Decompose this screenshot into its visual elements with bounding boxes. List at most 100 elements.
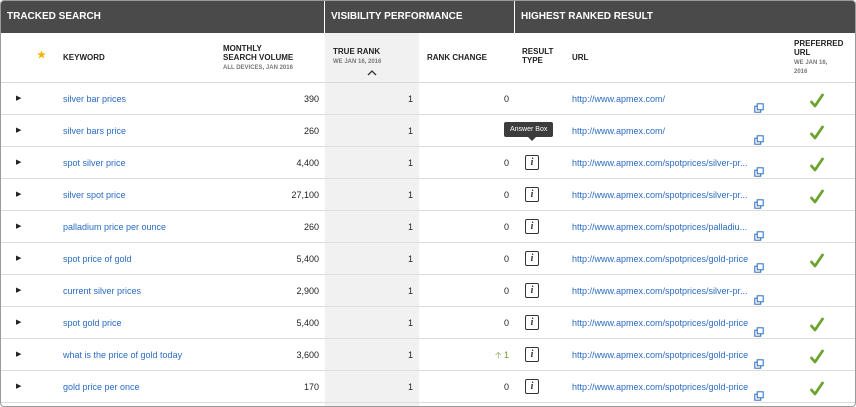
result-type-column-header[interactable]: RESULT TYPE [522, 47, 553, 65]
result-url-link[interactable]: http://www.apmex.com/spotprices/gold-pri… [572, 243, 750, 275]
preferred-header-sub1: WE JAN 16, [794, 60, 828, 66]
section-tracked-search: TRACKED SEARCH [1, 1, 325, 33]
answer-box-info-icon[interactable]: i [525, 219, 539, 234]
open-external-icon[interactable] [754, 190, 764, 209]
preferred-header-line1: PREFERRED [794, 39, 844, 48]
preferred-header-line2: URL [794, 48, 811, 57]
true-rank-value: 1 [407, 94, 413, 104]
keyword-link[interactable]: silver spot price [63, 179, 126, 211]
section-visibility-performance: VISIBILITY PERFORMANCE [325, 1, 515, 33]
table-row: ▶ silver bars price 260 10 http://www.apmex.… [1, 115, 855, 147]
keyword-column-header[interactable]: KEYWORD [63, 53, 105, 62]
true-rank-value: 1 [407, 382, 413, 392]
rank-change: 🡡 1 [419, 339, 509, 371]
keyword-link[interactable]: palladium price per ounce [63, 211, 166, 243]
table-row: ▶ gold price per once 170 1 0 i http://www.apm… [1, 371, 855, 403]
table-row: ▶ spot silver price 4,400 1 0 i http://www.apm… [1, 147, 855, 179]
expand-row-icon[interactable]: ▶ [16, 147, 21, 179]
arrow-up-icon: 🡡 [495, 350, 502, 360]
result-type-header-line1: RESULT [522, 47, 554, 56]
column-header-row: ★ KEYWORD MONTHLY SEARCH VOLUME ALL DEVI… [1, 33, 855, 83]
open-external-icon[interactable] [754, 350, 764, 369]
answer-box-info-icon[interactable]: i [525, 379, 539, 394]
table-row: ▶ spot price of gold 5,400 1 0 i http://www.ap… [1, 243, 855, 275]
true-rank-header-sub: WE JAN 16, 2016 [333, 59, 382, 65]
keyword-link[interactable]: spot gold price [63, 307, 122, 339]
result-url-link[interactable]: http://www.apmex.com/spotprices/gold-pri… [572, 307, 750, 339]
expand-row-icon[interactable]: ▶ [16, 275, 21, 307]
rank-change: 0 [503, 254, 509, 264]
keyword-link[interactable]: silver bar prices [63, 83, 126, 115]
preferred-check-icon [810, 154, 824, 172]
result-url-link[interactable]: http://www.apmex.com/spotprices/gold-pri… [572, 371, 750, 403]
expand-row-icon[interactable]: ▶ [16, 307, 21, 339]
true-rank-value: 1 [407, 254, 413, 264]
expand-row-icon[interactable]: ▶ [16, 339, 21, 371]
keyword-link[interactable]: gold price per once [63, 371, 140, 403]
answer-box-info-icon[interactable]: i [525, 315, 539, 330]
preferred-url-column-header[interactable]: PREFERRED URL WE JAN 16, 2016 [794, 39, 843, 77]
preferred-check-icon [810, 314, 824, 332]
open-external-icon[interactable] [754, 222, 764, 241]
volume-column-header[interactable]: MONTHLY SEARCH VOLUME ALL DEVICES, JAN 2… [223, 44, 293, 73]
rank-change-column-header[interactable]: RANK CHANGE [427, 53, 487, 62]
open-external-icon[interactable] [754, 158, 764, 177]
result-url-link[interactable]: http://www.apmex.com/spotprices/gold-pri… [572, 339, 750, 371]
rank-change: 0 [503, 382, 509, 392]
open-external-icon[interactable] [754, 94, 764, 113]
search-volume: 4,400 [296, 158, 319, 168]
table-row: ▶ what is the price of gold today 3,600 1 🡡 … [1, 339, 855, 371]
expand-row-icon[interactable]: ▶ [16, 371, 21, 403]
expand-row-icon[interactable]: ▶ [16, 83, 21, 115]
table-row: ▶ silver bar prices 390 1 0 http://www.apmex.… [1, 83, 855, 115]
true-rank-value: 1 [407, 190, 413, 200]
search-volume: 5,400 [296, 318, 319, 328]
answer-box-info-icon[interactable]: i [525, 155, 539, 170]
rank-change: 0 [503, 158, 509, 168]
result-url-link[interactable]: http://www.apmex.com/spotprices/silver-p… [572, 147, 750, 179]
answer-box-info-icon[interactable]: i [525, 347, 539, 362]
table-row: ▶ current silver prices 2,900 1 0 i http://www… [1, 275, 855, 307]
true-rank-value: 1 [407, 286, 413, 296]
volume-header-sub: ALL DEVICES, JAN 2016 [223, 65, 293, 71]
keyword-link[interactable]: silver bars price [63, 115, 126, 147]
open-external-icon[interactable] [754, 382, 764, 401]
expand-row-icon[interactable]: ▶ [16, 243, 21, 275]
sort-ascending-icon[interactable] [367, 69, 377, 78]
search-volume: 2,900 [296, 286, 319, 296]
volume-header-line2: SEARCH VOLUME [223, 53, 294, 62]
open-external-icon[interactable] [754, 318, 764, 337]
expand-row-icon[interactable]: ▶ [16, 179, 21, 211]
keyword-link[interactable]: current silver prices [63, 275, 141, 307]
preferred-check-icon [810, 346, 824, 364]
results-panel: TRACKED SEARCH VISIBILITY PERFORMANCE HI… [0, 0, 856, 407]
expand-row-icon[interactable]: ▶ [16, 115, 21, 147]
rank-change: 0 [503, 222, 509, 232]
result-url-link[interactable]: http://www.apmex.com/ [572, 115, 750, 147]
keyword-link[interactable]: spot price of gold [63, 243, 132, 275]
true-rank-column-header[interactable]: TRUE RANK WE JAN 16, 2016 [333, 47, 381, 67]
url-column-header[interactable]: URL [572, 53, 588, 62]
answer-box-info-icon[interactable]: i [525, 187, 539, 202]
rank-change: 0 [503, 318, 509, 328]
keyword-link[interactable]: spot silver price [63, 147, 126, 179]
open-external-icon[interactable] [754, 286, 764, 305]
keyword-link[interactable]: what is the price of gold today [63, 339, 182, 371]
search-volume: 3,600 [296, 350, 319, 360]
result-url-link[interactable]: http://www.apmex.com/ [572, 83, 750, 115]
result-url-link[interactable]: http://www.apmex.com/spotprices/silver-p… [572, 275, 750, 307]
result-url-link[interactable]: http://www.apmex.com/spotprices/silver-p… [572, 179, 750, 211]
true-rank-value: 1 [407, 126, 413, 136]
true-rank-value: 1 [407, 158, 413, 168]
true-rank-value: 1 [407, 222, 413, 232]
answer-box-info-icon[interactable]: i [525, 283, 539, 298]
open-external-icon[interactable] [754, 126, 764, 145]
result-url-link[interactable]: http://www.apmex.com/spotprices/palladiu… [572, 211, 750, 243]
open-external-icon[interactable] [754, 254, 764, 273]
answer-box-tooltip: Answer Box [504, 122, 554, 141]
expand-row-icon[interactable]: ▶ [16, 211, 21, 243]
true-rank-value: 1 [407, 350, 413, 360]
star-column-icon[interactable]: ★ [37, 51, 46, 61]
search-volume: 260 [303, 222, 319, 232]
answer-box-info-icon[interactable]: i [525, 251, 539, 266]
